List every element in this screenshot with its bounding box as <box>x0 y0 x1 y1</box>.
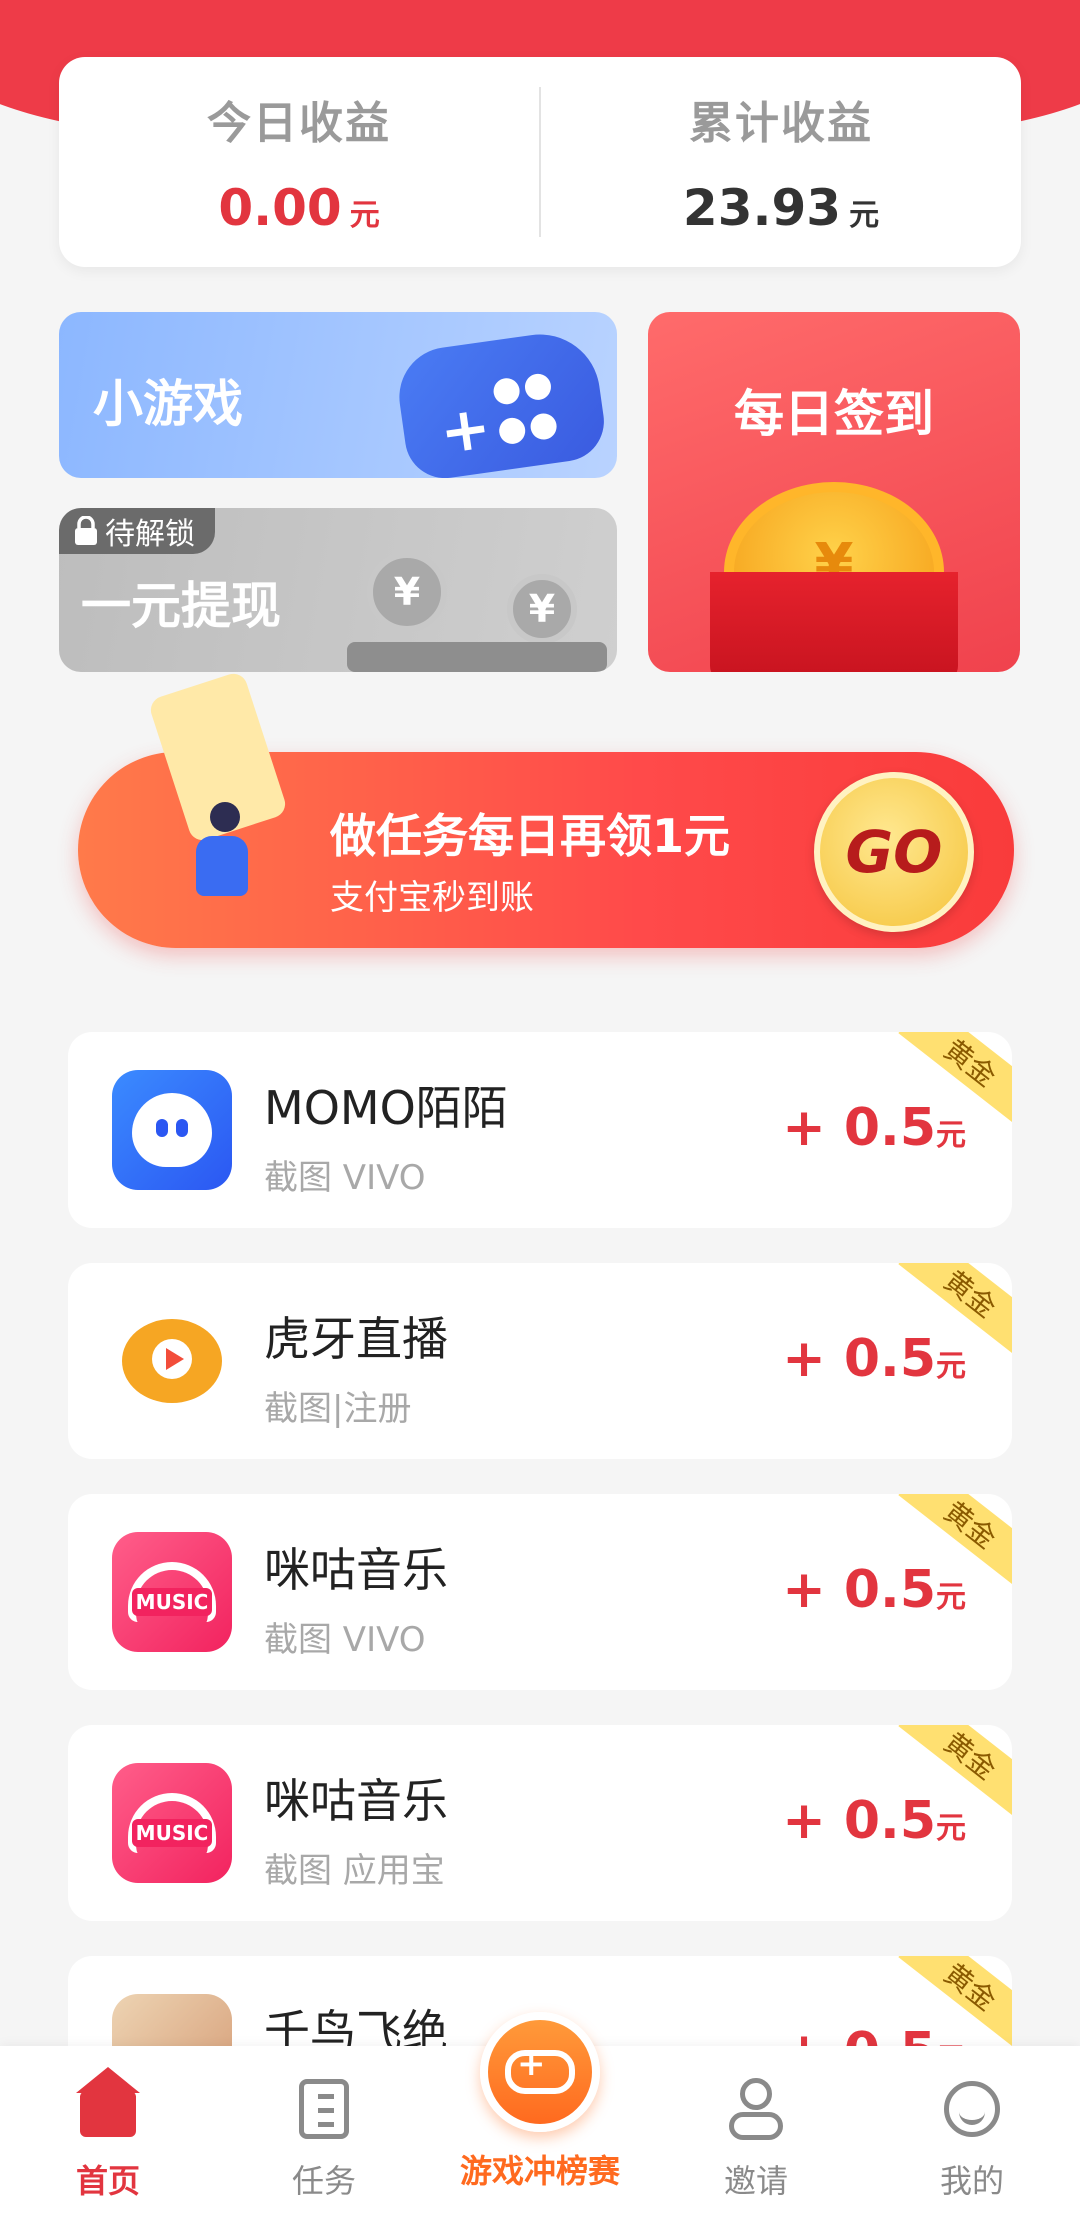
huya-app-icon <box>112 1301 232 1421</box>
task-card[interactable]: MUSIC 咪咕音乐 截图 VIVO + 0.5元 黄金 <box>68 1494 1012 1690</box>
migu-music-app-icon: MUSIC <box>112 1532 232 1652</box>
migu-icon-text: MUSIC <box>131 1588 213 1616</box>
today-earnings-label: 今日收益 <box>207 98 391 149</box>
momo-app-icon <box>112 1070 232 1190</box>
red-envelope-coin-icon: ¥ <box>710 472 958 672</box>
task-card[interactable]: MUSIC 咪咕音乐 截图 应用宝 + 0.5元 黄金 <box>68 1725 1012 1921</box>
total-earnings-value: 23.93 元 <box>541 179 1021 237</box>
locked-badge: 待解锁 <box>59 508 215 554</box>
task-name: 咪咕音乐 <box>264 1774 448 1828</box>
earnings-card: 今日收益 0.00 元 累计收益 23.93 元 <box>59 57 1021 267</box>
today-earnings-value: 0.00 元 <box>59 179 539 237</box>
smiley-icon <box>944 2081 1000 2137</box>
tab-home-label: 首页 <box>75 2162 140 2200</box>
tab-invite-label: 邀请 <box>723 2162 788 2200</box>
withdraw-title: 一元提现 <box>81 577 281 635</box>
task-reward-unit: 元 <box>936 1811 966 1846</box>
migu-music-app-icon: MUSIC <box>112 1763 232 1883</box>
total-earnings-label: 累计收益 <box>689 98 873 149</box>
migu-icon-text: MUSIC <box>131 1819 213 1847</box>
today-earnings-unit: 元 <box>349 198 380 233</box>
task-card[interactable]: MOMO陌陌 截图 VIVO + 0.5元 黄金 <box>68 1032 1012 1228</box>
daily-sign-tile[interactable]: 每日签到 ¥ <box>648 312 1020 672</box>
task-reward-amount: + 0.5 <box>782 1098 936 1158</box>
gamepad-icon <box>480 2012 600 2132</box>
today-earnings-amount: 0.00 <box>218 179 342 237</box>
tab-invite[interactable]: 邀请 <box>676 2074 836 2202</box>
tab-mine[interactable]: 我的 <box>892 2074 1052 2202</box>
banner-headline: 做任务每日再领1元 <box>330 809 731 863</box>
task-name: MOMO陌陌 <box>264 1081 508 1135</box>
withdraw-tile[interactable]: 待解锁 一元提现 ¥ ¥ <box>59 508 617 672</box>
phone-illustration <box>118 670 318 932</box>
task-reward-unit: 元 <box>936 1349 966 1384</box>
tab-game-ranking[interactable]: 游戏冲榜赛 <box>430 2012 650 2192</box>
banner-subtitle: 支付宝秒到账 <box>330 878 534 918</box>
task-subtitle: 截图 应用宝 <box>264 1851 445 1891</box>
tab-mine-label: 我的 <box>939 2162 1004 2200</box>
coin-icon: ¥ <box>507 574 577 644</box>
coin-icon: ¥ <box>367 552 447 632</box>
task-subtitle: 截图 VIVO <box>264 1158 426 1198</box>
tab-home[interactable]: 首页 <box>28 2067 188 2202</box>
total-earnings-unit: 元 <box>849 198 880 233</box>
tab-task-label: 任务 <box>291 2162 356 2200</box>
task-list-icon <box>299 2079 349 2139</box>
task-reward: + 0.5元 <box>782 1560 966 1620</box>
lock-icon <box>75 516 97 545</box>
task-card[interactable]: 虎牙直播 截图|注册 + 0.5元 黄金 <box>68 1263 1012 1459</box>
task-reward: + 0.5元 <box>782 1329 966 1389</box>
tab-task[interactable]: 任务 <box>244 2074 404 2202</box>
task-reward-amount: + 0.5 <box>782 1560 936 1620</box>
task-name: 咪咕音乐 <box>264 1543 448 1597</box>
person-icon <box>729 2078 783 2140</box>
mini-game-tile[interactable]: 小游戏 + ●● ●● <box>59 312 617 478</box>
total-earnings-amount: 23.93 <box>682 179 842 237</box>
bottom-tab-bar: 首页 任务 游戏冲榜赛 邀请 我的 <box>0 2012 1080 2228</box>
task-reward-amount: + 0.5 <box>782 1329 936 1389</box>
task-subtitle: 截图|注册 <box>264 1389 412 1429</box>
task-promo-banner[interactable]: 做任务每日再领1元 支付宝秒到账 GO <box>78 670 1014 948</box>
daily-sign-title: 每日签到 <box>734 385 934 443</box>
task-reward: + 0.5元 <box>782 1791 966 1851</box>
task-reward: + 0.5元 <box>782 1098 966 1158</box>
tab-game-label: 游戏冲榜赛 <box>459 2152 620 2190</box>
home-icon <box>76 2067 140 2137</box>
coins-tray-icon: ¥ ¥ <box>347 552 607 672</box>
mini-game-title: 小游戏 <box>93 375 243 433</box>
task-reward-amount: + 0.5 <box>782 1791 936 1851</box>
task-name: 虎牙直播 <box>264 1312 448 1366</box>
task-subtitle: 截图 VIVO <box>264 1620 426 1660</box>
go-button[interactable]: GO <box>814 772 974 932</box>
today-earnings[interactable]: 今日收益 0.00 元 <box>59 87 539 237</box>
gamepad-icon: + ●● ●● <box>392 326 610 478</box>
total-earnings[interactable]: 累计收益 23.93 元 <box>541 87 1021 237</box>
task-reward-unit: 元 <box>936 1580 966 1615</box>
locked-badge-label: 待解锁 <box>105 517 195 552</box>
task-reward-unit: 元 <box>936 1118 966 1153</box>
